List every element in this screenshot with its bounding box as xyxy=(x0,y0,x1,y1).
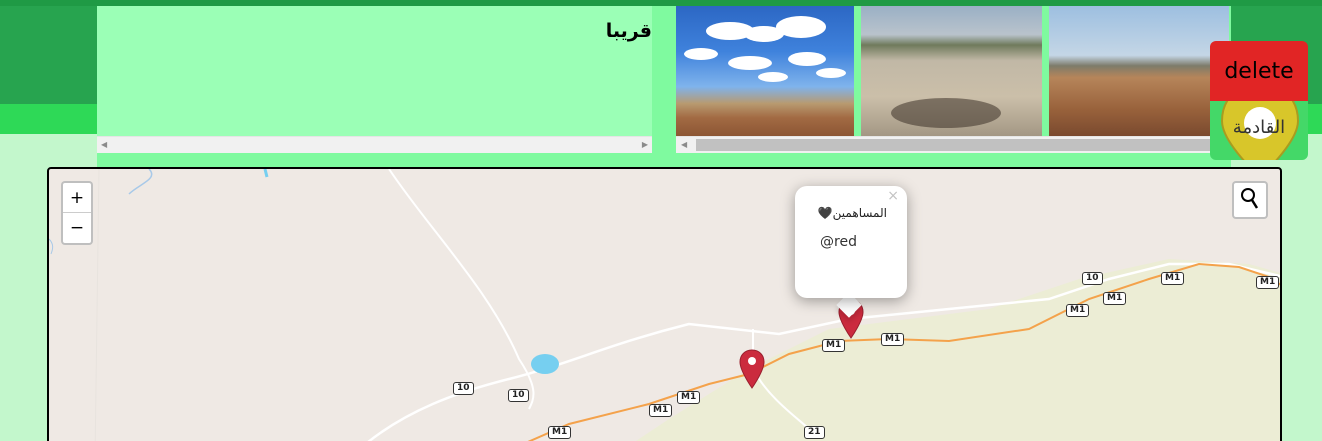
road-label: M1 xyxy=(1256,276,1280,289)
map-search-button[interactable] xyxy=(1232,181,1268,219)
road-label: M1 xyxy=(548,426,572,439)
road-label: M1 xyxy=(677,391,701,404)
photo-strip-scrollbar[interactable]: ◀ xyxy=(676,136,1230,153)
map-base xyxy=(49,169,1280,441)
road-label: M1 xyxy=(649,404,673,417)
road-label: M1 xyxy=(1066,304,1090,317)
next-button[interactable]: القادمة xyxy=(1210,101,1308,160)
road-label: M1 xyxy=(881,333,905,346)
photo-dry-plain[interactable] xyxy=(1049,6,1229,136)
road-label: M1 xyxy=(1103,292,1127,305)
next-label: القادمة xyxy=(1232,117,1286,138)
photo-scroll-left-arrow-icon[interactable]: ◀ xyxy=(681,140,687,150)
map-marker-icon[interactable] xyxy=(739,349,765,389)
zoom-in-button[interactable]: + xyxy=(63,183,91,213)
road-label: 10 xyxy=(1082,272,1103,285)
photo-dry-riverbed[interactable] xyxy=(861,6,1042,136)
zoom-control: + − xyxy=(61,181,93,245)
popup-handle: @red xyxy=(820,234,857,250)
text-box[interactable]: قريبا xyxy=(97,6,652,136)
delete-button[interactable]: delete xyxy=(1210,41,1308,101)
road-label: 10 xyxy=(508,389,529,402)
scroll-right-arrow-icon[interactable]: ▶ xyxy=(642,140,648,150)
map[interactable]: + − 10 M1 M1 M1 M1 M1 M1 10 10 M1 M1 M1 … xyxy=(47,167,1282,441)
status-text: قريبا xyxy=(605,20,652,42)
photo-scroll-thumb[interactable] xyxy=(696,139,1216,151)
map-popup: × المساهمين🖤 @red xyxy=(795,186,907,298)
road-label: M1 xyxy=(1161,272,1185,285)
scroll-left-arrow-icon[interactable]: ◀ xyxy=(101,140,107,150)
zoom-out-button[interactable]: − xyxy=(63,213,91,243)
photo-sky-field[interactable] xyxy=(676,6,854,136)
road-label: 21 xyxy=(804,426,825,439)
popup-title: المساهمين🖤 xyxy=(817,206,887,220)
road-label: 10 xyxy=(453,382,474,395)
road-label: M1 xyxy=(822,339,846,352)
magnifier-icon xyxy=(1241,188,1259,209)
popup-close-icon[interactable]: × xyxy=(887,188,899,204)
text-box-scrollbar[interactable]: ◀ ▶ xyxy=(97,136,652,153)
